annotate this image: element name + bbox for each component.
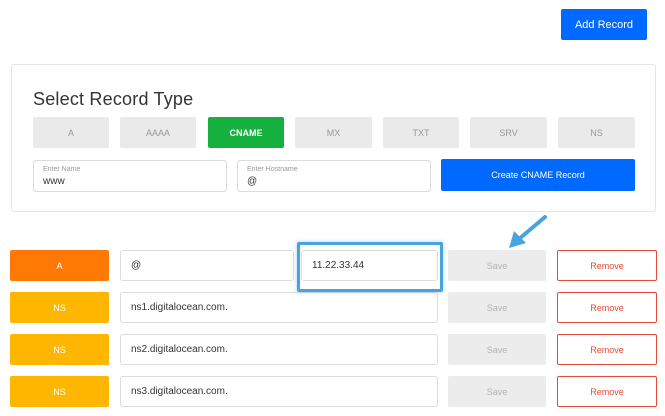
remove-button[interactable]: Remove	[557, 376, 657, 407]
name-field-label: Enter Name	[43, 166, 81, 173]
hostname-field-label: Enter Hostname	[247, 166, 298, 173]
remove-button[interactable]: Remove	[557, 292, 657, 323]
name-field[interactable]: Enter Name www	[33, 160, 227, 192]
remove-button[interactable]: Remove	[557, 250, 657, 281]
hostname-field[interactable]: Enter Hostname @	[237, 160, 431, 192]
record-value-input[interactable]: ns3.digitalocean.com.	[120, 376, 438, 407]
save-button[interactable]: Save	[448, 292, 546, 323]
remove-button[interactable]: Remove	[557, 334, 657, 365]
arrow-annotation-icon	[509, 215, 547, 248]
record-type-mx-button[interactable]: MX	[295, 117, 372, 148]
record-type-badge-a: A	[10, 250, 109, 281]
add-record-button[interactable]: Add Record	[561, 9, 647, 40]
record-type-a-button[interactable]: A	[33, 117, 109, 148]
record-value-input[interactable]: 11.22.33.44	[301, 250, 438, 281]
record-type-txt-button[interactable]: TXT	[383, 117, 459, 148]
create-cname-record-button[interactable]: Create CNAME Record	[441, 159, 635, 191]
record-value-input[interactable]: ns2.digitalocean.com.	[120, 334, 438, 365]
record-type-badge-ns: NS	[10, 292, 109, 323]
record-type-badge-ns: NS	[10, 376, 109, 407]
record-name-input[interactable]: @	[120, 250, 294, 281]
record-type-ns-button[interactable]: NS	[558, 117, 635, 148]
select-record-type-panel: Select Record Type A AAAA CNAME MX TXT S…	[11, 64, 656, 212]
name-field-value: www	[43, 176, 65, 187]
record-type-aaaa-button[interactable]: AAAA	[120, 117, 196, 148]
record-value-input[interactable]: ns1.digitalocean.com.	[120, 292, 438, 323]
record-type-badge-ns: NS	[10, 334, 109, 365]
hostname-field-value: @	[247, 176, 258, 187]
save-button[interactable]: Save	[448, 334, 546, 365]
record-type-cname-button[interactable]: CNAME	[208, 117, 284, 148]
save-button[interactable]: Save	[448, 376, 546, 407]
panel-title: Select Record Type	[33, 89, 194, 109]
record-type-srv-button[interactable]: SRV	[470, 117, 547, 148]
save-button[interactable]: Save	[448, 250, 546, 281]
